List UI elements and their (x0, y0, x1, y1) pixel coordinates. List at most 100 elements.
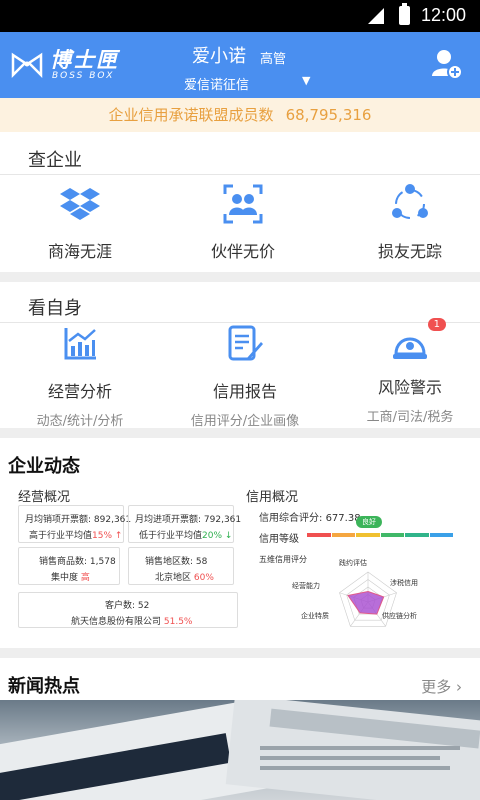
radar-axis-label: 企业特质 (301, 612, 329, 620)
self-check-card: 看自身 经营分析 动态/统计/分析 信用报告 信用评分/企业画像 1 风险警示 (0, 282, 480, 429)
concentration-value: 高 (80, 573, 90, 583)
self-item-operation-analysis[interactable]: 经营分析 动态/统计/分析 (0, 324, 160, 429)
region-count-label: 销售地区数: (145, 557, 194, 567)
credit-level-tag: 良好 (356, 516, 382, 528)
newspaper-image (0, 700, 480, 800)
operations-title: 经营概况 (18, 490, 71, 505)
radar-axis-label: 经营能力 (292, 582, 320, 590)
status-bar: 12:00 (0, 0, 480, 32)
region-box[interactable]: 销售地区数: 58 北京地区 60% (128, 547, 234, 585)
purchase-compare-prefix: 低于行业平均值 (139, 531, 203, 541)
goods-count-value: 1,578 (89, 557, 116, 567)
purchase-invoice-box[interactable]: 月均进项开票额: 792,361 低于行业平均值20% ↓ (128, 505, 241, 543)
dynamics-title: 企业动态 (8, 456, 80, 477)
share-nodes-icon (392, 184, 428, 219)
signal-icon (368, 8, 384, 24)
sales-invoice-value: 892,361 (93, 515, 132, 525)
region-top-value: 60% (193, 573, 214, 583)
check-item-friends[interactable]: 损友无踪 (330, 184, 480, 262)
more-link[interactable]: 更多 › (421, 676, 462, 697)
sales-compare-value: 15% (92, 531, 113, 541)
sales-invoice-label: 月均销项开票额: (25, 515, 92, 525)
check-item-shanghai[interactable]: 商海无涯 (0, 184, 160, 262)
check-company-title: 查企业 (28, 150, 82, 171)
radar-area (347, 590, 385, 615)
top-customer-label: 航天信息股份有限公司 (71, 617, 162, 627)
chart-icon (64, 328, 96, 360)
self-check-title: 看自身 (28, 298, 82, 319)
goods-box[interactable]: 销售商品数: 1,578 集中度 高 (18, 547, 120, 585)
credit-title: 信用概况 (246, 490, 299, 505)
check-item-label: 伙伴无价 (210, 242, 275, 261)
credit-score: 信用综合评分: 677.38 (259, 509, 361, 524)
credit-level-segment (331, 533, 355, 537)
logo-subtitle: BOSS BOX (52, 71, 115, 81)
alarm-icon (393, 337, 427, 359)
user-role: 高管 (260, 52, 287, 67)
banner-count: 68,795,316 (285, 106, 372, 124)
self-item-sub: 动态/统计/分析 (36, 414, 124, 429)
partners-icon (223, 184, 263, 224)
user-name: 爱小诺 (192, 46, 246, 67)
purchase-invoice-value: 792,361 (203, 515, 242, 525)
credit-level-segment (307, 533, 331, 537)
customer-count-label: 客户数: (105, 601, 136, 611)
logo-name: 博士匣 (50, 48, 119, 72)
alliance-banner[interactable]: 企业信用承诺联盟成员数 68,795,316 (0, 98, 480, 132)
credit-level-segment (380, 533, 404, 537)
radar-axis-label: 涉税信用 (390, 579, 418, 587)
region-count-value: 58 (195, 557, 208, 567)
region-top-label: 北京地区 (155, 573, 192, 583)
up-arrow-icon: ↑ (114, 531, 123, 541)
credit-level-segment (356, 533, 380, 537)
app-header: 博士匣 BOSS BOX 爱小诺 高管 爱信诺征信 ▼ (0, 32, 480, 98)
radar-axis-label: 践约评估 (339, 559, 367, 567)
self-item-label: 信用报告 (212, 382, 277, 401)
self-item-credit-report[interactable]: 信用报告 信用评分/企业画像 (165, 324, 325, 429)
news-title: 新闻热点 (8, 676, 80, 697)
divider (0, 322, 480, 323)
concentration-label: 集中度 (51, 573, 79, 583)
customer-box[interactable]: 客户数: 52 航天信息股份有限公司 51.5% (18, 592, 238, 628)
goods-count-label: 销售商品数: (39, 557, 88, 567)
credit-level-label: 信用等级 (259, 534, 299, 545)
risk-badge: 1 (427, 318, 446, 331)
radar-title: 五维信用评分 (259, 555, 307, 564)
sales-compare-prefix: 高于行业平均值 (29, 531, 93, 541)
radar-axis-label: 供应链分析 (382, 612, 417, 620)
chevron-right-icon: › (456, 678, 462, 696)
check-item-label: 商海无涯 (47, 242, 112, 261)
credit-level-segment (429, 533, 453, 537)
logo: 博士匣 BOSS BOX (10, 44, 130, 86)
credit-score-label: 信用综合评分: (259, 513, 323, 524)
dropbox-icon (60, 188, 100, 220)
self-item-sub: 信用评分/企业画像 (190, 414, 300, 429)
down-arrow-icon: ↓ (224, 531, 233, 541)
status-time: 12:00 (420, 5, 466, 25)
sales-invoice-box[interactable]: 月均销项开票额: 892,361 高于行业平均值15% ↑ (18, 505, 131, 543)
add-user-icon[interactable] (432, 48, 462, 80)
check-company-card: 查企业 商海无涯 伙伴无价 损友无踪 (0, 132, 480, 272)
self-item-label: 风险警示 (377, 378, 442, 397)
report-icon (228, 325, 263, 361)
check-item-label: 损友无踪 (377, 242, 442, 261)
self-item-label: 经营分析 (47, 382, 112, 401)
news-photo[interactable] (0, 700, 480, 800)
check-item-partners[interactable]: 伙伴无价 (163, 184, 323, 262)
credit-radar (339, 571, 397, 627)
alarm-icon-wrap: 1 (390, 318, 446, 364)
banner-label: 企业信用承诺联盟成员数 (108, 106, 274, 124)
purchase-compare-value: 20% (202, 531, 223, 541)
self-item-sub: 工商/司法/税务 (366, 410, 454, 425)
divider (0, 174, 480, 175)
caret-down-icon[interactable]: ▼ (302, 74, 310, 87)
credit-level-segment (405, 533, 429, 537)
battery-icon (399, 3, 410, 25)
logo-mark-icon (11, 52, 43, 79)
org-selector[interactable]: 爱信诺征信 (184, 74, 249, 93)
purchase-invoice-label: 月均进项开票额: (135, 515, 202, 525)
top-customer-value: 51.5% (163, 617, 193, 627)
more-label: 更多 (421, 678, 452, 696)
customer-count-value: 52 (137, 601, 150, 611)
self-item-risk-alert[interactable]: 1 风险警示 工商/司法/税务 (330, 318, 480, 425)
